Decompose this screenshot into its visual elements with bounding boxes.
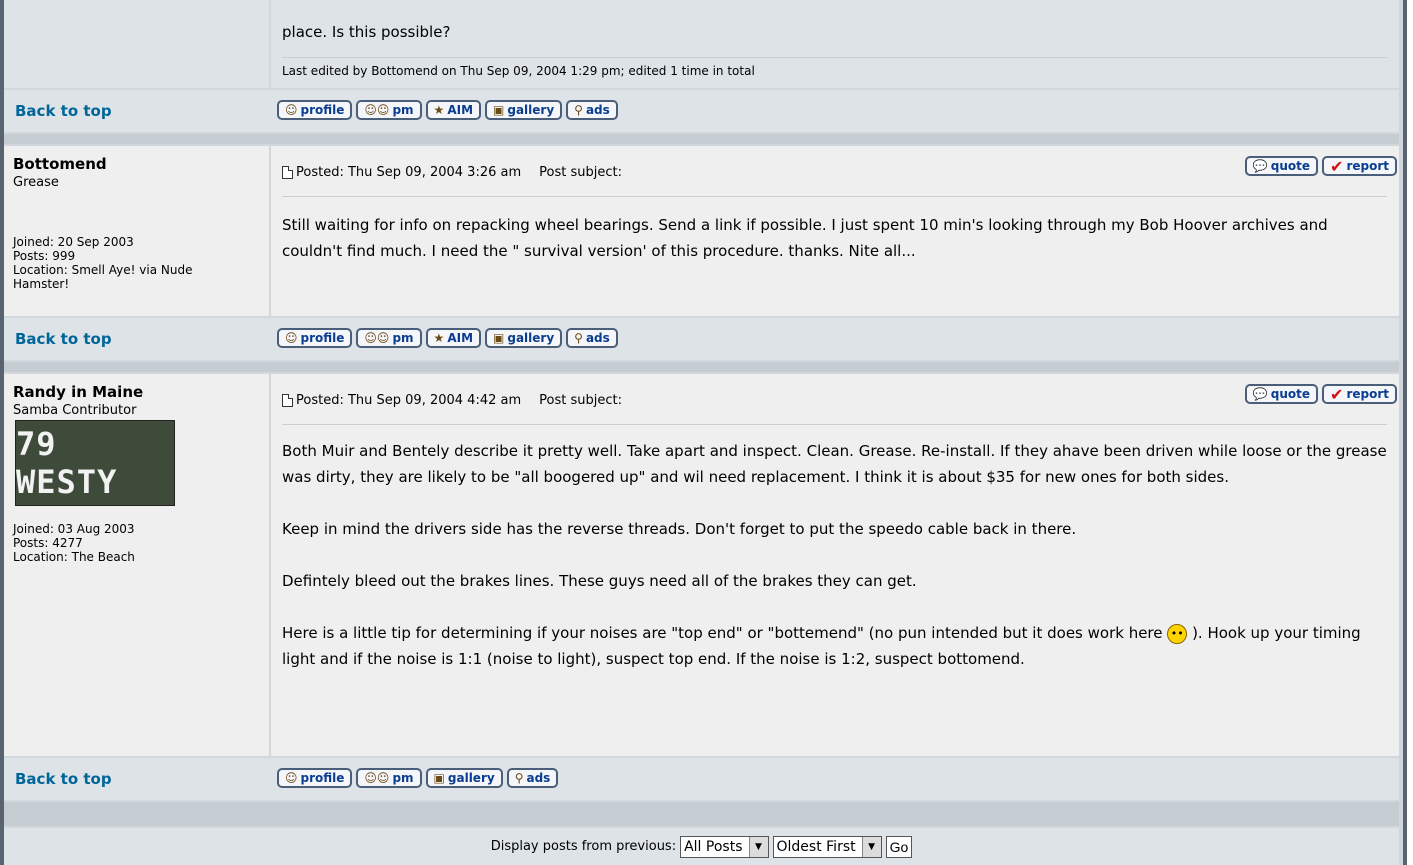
gallery-icon: ▣ — [433, 771, 445, 785]
aim-button[interactable]: ★ AIM — [425, 100, 482, 120]
post-document-icon — [282, 394, 293, 407]
gallery-icon: ▣ — [493, 103, 505, 117]
post-2-posts: Posts: 4277 — [13, 536, 83, 550]
post-1-subject: Post subject: — [539, 165, 622, 180]
ads-button[interactable]: ⚲ ads — [506, 768, 559, 788]
post-2-rank: Samba Contributor — [13, 403, 137, 418]
post-1-back-row: Back to top ☺ profile ☺☺ pm ★ AIM ▣ gallery … — [4, 318, 1399, 360]
back-to-top-link[interactable]: Back to top — [15, 330, 112, 348]
post-0-back-row: Back to top ☺ profile ☺☺ pm ★ AIM ▣ gallery … — [4, 90, 1399, 132]
magnifier-icon: ⚲ — [574, 103, 583, 117]
post-1-username: Bottomend — [13, 155, 107, 173]
post-separator — [4, 802, 1399, 826]
post-0-author-cell — [4, 0, 269, 88]
quote-button[interactable]: 💬 quote — [1244, 156, 1319, 176]
speech-bubble-icon: 💬 — [1252, 159, 1268, 173]
post-1-body: Still waiting for info on repacking whee… — [282, 216, 1328, 260]
post-2-location: Location: The Beach — [13, 550, 135, 564]
post-2-paragraph-1: Both Muir and Bentely describe it pretty… — [282, 442, 1387, 486]
gallery-button[interactable]: ▣ gallery — [425, 768, 503, 788]
ads-button[interactable]: ⚲ ads — [566, 100, 618, 120]
avatar: 79 WESTY — [15, 420, 175, 506]
post-document-icon — [282, 166, 293, 179]
post-2-paragraph-4: Here is a little tip for determining if … — [282, 623, 1361, 668]
post-1-location: Location: Smell Aye! via Nude Hamster! — [13, 263, 193, 291]
post-1-joined: Joined: 20 Sep 2003 — [13, 235, 134, 249]
users-icon: ☺☺ — [364, 103, 390, 117]
pm-button[interactable]: ☺☺ pm — [356, 768, 422, 788]
post-2-body: Both Muir and Bentely describe it pretty… — [282, 438, 1392, 672]
post-2-header-divider — [282, 424, 1387, 425]
back-to-top-link[interactable]: Back to top — [15, 770, 112, 788]
go-button[interactable]: Go — [885, 835, 913, 858]
speech-bubble-icon: 💬 — [1252, 387, 1268, 401]
post-1-author-cell: Bottomend Grease Joined: 20 Sep 2003 Pos… — [4, 146, 269, 316]
post-2-paragraph-3: Defintely bleed out the brakes lines. Th… — [282, 572, 917, 590]
aim-runner-icon: ★ — [433, 331, 445, 345]
days-select[interactable]: All Posts ▼ — [680, 835, 769, 858]
users-icon: ☺☺ — [364, 771, 390, 785]
post-separator — [4, 362, 1399, 372]
profile-button[interactable]: ☺ profile — [277, 768, 353, 788]
display-options-bar: Display posts from previous: All Posts ▼ … — [4, 828, 1399, 865]
post-2-body-cell: Posted: Thu Sep 09, 2004 4:42 am Post su… — [271, 374, 1399, 756]
pm-button[interactable]: ☺☺ pm — [356, 100, 422, 120]
gallery-button[interactable]: ▣ gallery — [485, 100, 563, 120]
report-button[interactable]: ✔ report — [1322, 384, 1397, 404]
aim-runner-icon: ★ — [433, 103, 445, 117]
post-2-joined: Joined: 03 Aug 2003 — [13, 522, 135, 536]
post-1-body-cell: Posted: Thu Sep 09, 2004 3:26 am Post su… — [271, 146, 1399, 316]
user-icon: ☺ — [285, 331, 298, 345]
post-1-rank: Grease — [13, 175, 59, 190]
users-icon: ☺☺ — [364, 331, 390, 345]
user-icon: ☺ — [285, 771, 298, 785]
post-0-body: place. Is this possible? — [282, 23, 451, 41]
back-to-top-link[interactable]: Back to top — [15, 102, 112, 120]
user-icon: ☺ — [285, 103, 298, 117]
display-posts-label: Display posts from previous: — [490, 839, 677, 854]
report-button[interactable]: ✔ report — [1322, 156, 1397, 176]
gallery-icon: ▣ — [493, 331, 505, 345]
dropdown-arrow-icon: ▼ — [748, 836, 768, 857]
post-0-edited-note: Last edited by Bottomend on Thu Sep 09, … — [282, 64, 755, 78]
profile-button[interactable]: ☺ profile — [277, 100, 353, 120]
gallery-button[interactable]: ▣ gallery — [485, 328, 563, 348]
post-2-paragraph-2: Keep in mind the drivers side has the re… — [282, 520, 1077, 538]
post-2-username: Randy in Maine — [13, 383, 144, 401]
magnifier-icon: ⚲ — [574, 331, 583, 345]
post-0-body-cell: place. Is this possible? Last edited by … — [271, 0, 1399, 88]
post-2-posted: Posted: Thu Sep 09, 2004 4:42 am — [296, 393, 522, 408]
post-2-back-row: Back to top ☺ profile ☺☺ pm ▣ gallery ⚲ ads — [4, 758, 1399, 800]
profile-button[interactable]: ☺ profile — [277, 328, 353, 348]
checkmark-icon: ✔ — [1330, 156, 1344, 176]
post-0-signature-divider — [282, 57, 1387, 58]
post-1-posts: Posts: 999 — [13, 249, 76, 263]
magnifier-icon: ⚲ — [514, 771, 524, 785]
post-1-header-divider — [282, 196, 1387, 197]
post-1-posted: Posted: Thu Sep 09, 2004 3:26 am — [296, 165, 522, 180]
post-separator — [4, 134, 1399, 144]
quote-button[interactable]: 💬 quote — [1244, 384, 1319, 404]
confused-smiley-icon: •• — [1167, 623, 1188, 644]
order-select[interactable]: Oldest First ▼ — [772, 835, 882, 858]
post-2-subject: Post subject: — [539, 393, 622, 408]
pm-button[interactable]: ☺☺ pm — [356, 328, 422, 348]
dropdown-arrow-icon: ▼ — [861, 836, 881, 857]
aim-button[interactable]: ★ AIM — [425, 328, 482, 348]
post-2-author-cell: Randy in Maine Samba Contributor 79 WEST… — [4, 374, 269, 756]
ads-button[interactable]: ⚲ ads — [566, 328, 618, 348]
checkmark-icon: ✔ — [1330, 384, 1344, 404]
